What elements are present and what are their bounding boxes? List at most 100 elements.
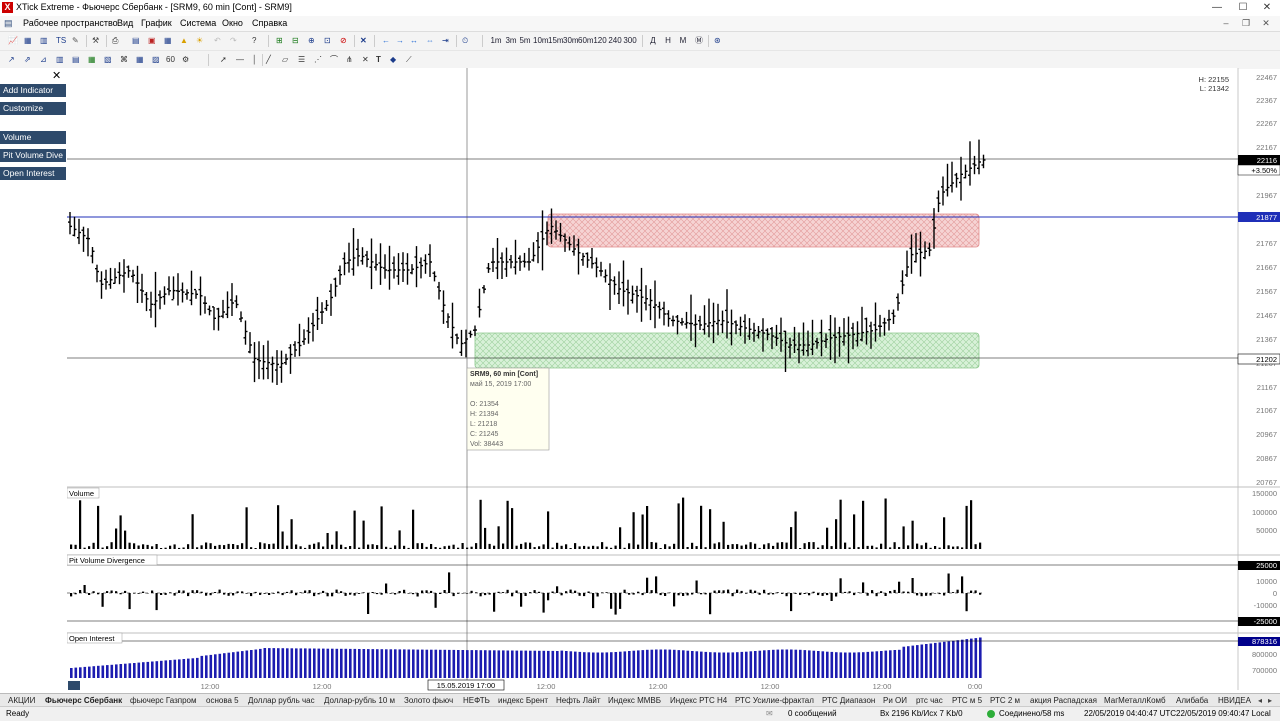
tab-alibaba[interactable]: Алибаба (1176, 695, 1208, 706)
tab-oil[interactable]: НЕФТЬ (463, 695, 490, 706)
link-icon[interactable]: ⊛ (714, 35, 721, 46)
grid-icon[interactable]: ▦ (164, 35, 172, 46)
resistance-zone[interactable] (547, 213, 980, 248)
tab-nvidia[interactable]: НВИДЕА (1218, 695, 1251, 706)
chart-area[interactable]: 22467 22367 22267 22167 22067 21967 2186… (0, 68, 1280, 694)
tab-brent-index[interactable]: индекс Брент (498, 695, 548, 706)
redo-icon[interactable]: ↷ (230, 35, 237, 46)
menu-view[interactable]: Вид (117, 18, 133, 28)
tf-5m-button[interactable]: 5m (519, 35, 531, 46)
expand-icon[interactable]: ↔ (410, 35, 418, 46)
grid-view-icon[interactable]: ▦ (136, 54, 144, 65)
timeframe-icon[interactable]: ⏲ (462, 35, 468, 46)
tab-gazprom-futures[interactable]: фьючерс Газпром (130, 695, 197, 706)
fibonacci-icon[interactable]: ☰ (298, 54, 305, 65)
tab-scroll-right-icon[interactable]: ▸ (1268, 695, 1272, 706)
tf-1m-button[interactable]: 1m (490, 35, 502, 46)
tf-240-button[interactable]: 240 (608, 35, 622, 46)
menu-workspace[interactable]: Рабочее пространство (23, 18, 118, 28)
tab-sber-futures[interactable]: Фьючерс Сбербанк (45, 695, 122, 706)
line-chart-icon[interactable]: 📈 (8, 35, 18, 46)
tab-usdrub-hour[interactable]: Доллар рубль час (248, 695, 315, 706)
period-day-button[interactable]: Д (648, 35, 658, 46)
tab-rts-range[interactable]: РТС Диапазон (822, 695, 875, 706)
compare-icon[interactable]: ▦ (88, 54, 96, 65)
print-icon[interactable]: ⎙ (112, 35, 118, 46)
menu-system[interactable]: Система (180, 18, 216, 28)
tf-30m-button[interactable]: 30m (563, 35, 579, 46)
message-icon[interactable]: ✉ (766, 709, 773, 718)
candle-chart-icon[interactable]: ▥ (40, 35, 48, 46)
tab-rts-h4[interactable]: Индекс РТС Н4 (670, 695, 727, 706)
vline-icon[interactable]: │ (252, 54, 257, 65)
channel-icon[interactable]: ▱ (282, 54, 288, 65)
fit-icon[interactable]: ⇥ (442, 35, 449, 46)
scroll-right-icon[interactable]: → (396, 35, 404, 46)
text-tool-icon[interactable]: T (376, 54, 381, 65)
close-button[interactable]: ✕ (1254, 1, 1280, 14)
scroll-left-icon[interactable]: ← (382, 35, 390, 46)
tab-mmk[interactable]: МагМеталлКомб (1104, 695, 1166, 706)
tab-ri-oi[interactable]: Ри ОИ (883, 695, 907, 706)
pitchfork-icon[interactable]: ⋔ (346, 54, 353, 65)
indicator-volume-button[interactable]: Volume (0, 131, 66, 144)
panel-close-icon[interactable]: ✕ (52, 69, 61, 82)
study-icon[interactable]: ⇗ (24, 54, 31, 65)
zoom-in-icon[interactable]: ⊡ (324, 35, 331, 46)
menu-chart[interactable]: График (141, 18, 172, 28)
pointer-icon[interactable]: ➚ (220, 54, 227, 65)
period-week-button[interactable]: Н (663, 35, 673, 46)
tab-rts-2m[interactable]: РТС 2 м (990, 695, 1020, 706)
customize-button[interactable]: Customize (0, 102, 66, 115)
period-custom-button[interactable]: Ⓜ (694, 35, 704, 46)
help-icon[interactable]: ? (252, 35, 256, 46)
indicator-oi-button[interactable]: Open Interest (0, 167, 66, 180)
mdi-close-button[interactable]: ✕ (1258, 18, 1274, 29)
status-messages[interactable]: 0 сообщений (788, 709, 837, 718)
tools-icon[interactable]: ⚒ (92, 35, 99, 46)
histogram-icon[interactable]: ▥ (56, 54, 64, 65)
tf-120-button[interactable]: 120 (593, 35, 607, 46)
tab-micex[interactable]: Индекс ММВБ (608, 695, 661, 706)
tab-akcii[interactable]: АКЦИИ (8, 695, 35, 706)
tf-15m-button[interactable]: 15m (548, 35, 564, 46)
add-indicator-button[interactable]: Add Indicator (0, 84, 66, 97)
indicator-icon[interactable]: ↗ (8, 54, 15, 65)
menu-help[interactable]: Справка (252, 18, 287, 28)
light-icon[interactable]: ☀ (196, 35, 203, 46)
tab-gold[interactable]: Золото фьюч (404, 695, 453, 706)
tick-chart-icon[interactable]: TS (56, 35, 66, 46)
oi-panel-title[interactable]: Open Interest (69, 634, 115, 643)
tf-300-button[interactable]: 300 (623, 35, 637, 46)
ruler-icon[interactable]: ⟋ (406, 54, 412, 65)
tab-raspadskaya[interactable]: акция Распадская (1030, 695, 1097, 706)
hline-icon[interactable]: — (236, 54, 244, 65)
script-icon[interactable]: ⌘ (120, 54, 128, 65)
calendar-icon[interactable]: ▣ (148, 35, 156, 46)
trendline-icon[interactable]: ╱ (266, 54, 271, 65)
pen-icon[interactable]: ✎ (72, 35, 79, 46)
tf-60m-button[interactable]: 60m (578, 35, 594, 46)
tab-usdrub-10m[interactable]: Доллар-рубль 10 м (324, 695, 395, 706)
remove-drawings-icon[interactable]: ✕ (360, 35, 367, 46)
options-icon[interactable]: ⚙ (182, 54, 189, 65)
volume-panel-title[interactable]: Volume (69, 489, 94, 498)
compress-icon[interactable]: ⇔ (426, 35, 434, 46)
tab-scroll-left-icon[interactable]: ◂ (1258, 695, 1262, 706)
tab-osnova[interactable]: основа 5 (206, 695, 239, 706)
bar-chart-icon[interactable]: ▦ (24, 35, 32, 46)
depth-icon[interactable]: ▤ (72, 54, 80, 65)
shapes-icon[interactable]: ◆ (390, 54, 396, 65)
cycle-icon[interactable]: 60 (166, 54, 175, 65)
gann-icon[interactable]: ⋰ (314, 54, 322, 65)
tab-rts-m5[interactable]: РТС м 5 (952, 695, 982, 706)
minimize-button[interactable]: — (1204, 1, 1230, 14)
menu-window[interactable]: Окно (222, 18, 243, 28)
mdi-minimize-button[interactable]: – (1218, 18, 1234, 28)
alert-icon[interactable]: ▲ (180, 35, 188, 46)
template-icon[interactable]: ▨ (152, 54, 160, 65)
tf-3m-button[interactable]: 3m (505, 35, 517, 46)
zoom-range-icon[interactable]: ⊟ (292, 35, 299, 46)
crosshair-icon[interactable]: ⊕ (308, 35, 315, 46)
scroll-panel-icon[interactable] (68, 681, 80, 690)
